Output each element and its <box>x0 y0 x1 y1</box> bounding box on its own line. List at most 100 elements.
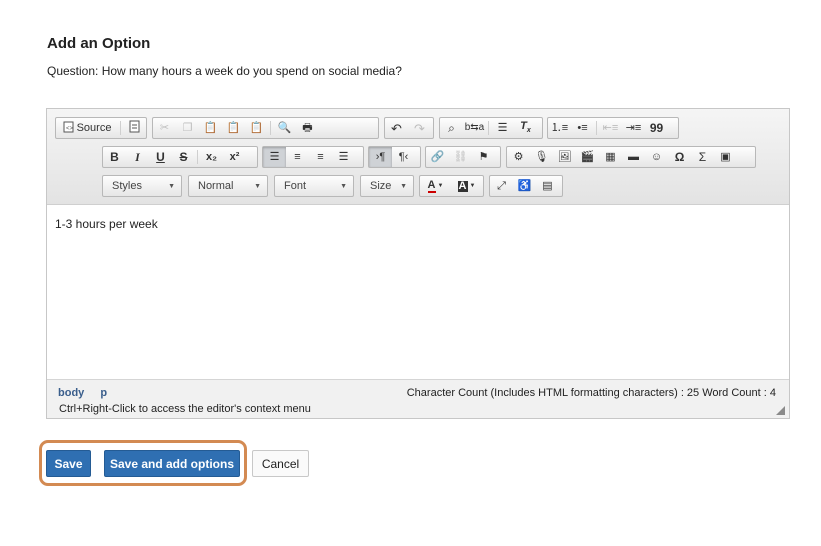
bold-icon: B <box>110 150 119 164</box>
toolbar-group-bidi: ›¶ ¶‹ <box>368 146 421 168</box>
numbered-list-button[interactable]: ⒈≡ <box>548 118 571 138</box>
printer-icon: 🖶 <box>302 121 313 134</box>
toolbar-group-links: 🔗 ⛓ ⚑ <box>425 146 501 168</box>
preview-button[interactable]: 🔍 <box>273 118 296 138</box>
find-button[interactable]: ⌕ <box>440 118 463 138</box>
accessibility-button[interactable]: ♿ <box>513 176 536 196</box>
accessibility-icon: ♿ <box>517 179 532 192</box>
strike-button[interactable]: S <box>172 147 195 167</box>
gear-icon: ⚙ <box>513 150 524 163</box>
horizontal-rule-button[interactable]: ▬ <box>622 147 645 167</box>
format-label: Normal <box>198 180 234 192</box>
element-path: body p <box>58 387 120 399</box>
smiley-button[interactable]: ☺ <box>645 147 668 167</box>
styles-label: Styles <box>112 180 142 192</box>
italic-button[interactable]: I <box>126 147 149 167</box>
source-label: Source <box>76 122 112 134</box>
paste-text-button[interactable]: 📋 <box>222 118 245 138</box>
align-right-icon: ≡ <box>317 150 324 163</box>
path-p[interactable]: p <box>100 387 107 399</box>
font-dropdown[interactable]: Font ▼ <box>274 175 354 197</box>
paste-word-button[interactable]: 📋 <box>245 118 268 138</box>
image-button[interactable]: 🖼 <box>553 147 576 167</box>
copy-icon: ❐ <box>182 121 193 134</box>
superscript-button[interactable]: x² <box>223 147 246 167</box>
chevron-down-icon: ▼ <box>168 182 175 190</box>
replace-button[interactable]: b⇆a <box>463 118 486 138</box>
iframe-button[interactable]: ▣ <box>714 147 737 167</box>
toolbar-group-document: <> Source <box>55 117 147 139</box>
text-rtl-icon: ¶‹ <box>398 150 409 163</box>
ltr-button[interactable]: ›¶ <box>369 147 392 167</box>
paste-button[interactable]: 📋 <box>199 118 222 138</box>
source-button[interactable]: <> Source <box>56 118 118 138</box>
outdent-button[interactable]: ⇤≡ <box>599 118 622 138</box>
select-all-button[interactable]: ☰ <box>491 118 514 138</box>
format-dropdown[interactable]: Normal ▼ <box>188 175 268 197</box>
editor-content[interactable]: 1-3 hours per week <box>47 205 789 381</box>
remove-format-icon: Tx <box>520 120 531 135</box>
align-justify-button[interactable]: ☰ <box>332 147 355 167</box>
redo-button[interactable]: ↷ <box>408 118 431 138</box>
toolbar-group-history: ↶ ↷ <box>384 117 434 139</box>
bg-color-button[interactable]: A ▼ <box>451 176 482 196</box>
bold-button[interactable]: B <box>103 147 126 167</box>
bulleted-list-button[interactable]: •≡ <box>571 118 594 138</box>
unlink-icon: ⛓ <box>453 150 468 163</box>
page-title: Add an Option <box>47 35 151 52</box>
underline-button[interactable]: U <box>149 147 172 167</box>
indent-icon: ⇥≡ <box>625 121 642 134</box>
spellcheck-button[interactable]: ▤ <box>536 176 559 196</box>
print-button[interactable]: 🖶 <box>296 118 319 138</box>
toolbar-group-basicstyles: B I U S x₂ x² <box>102 146 258 168</box>
rtl-button[interactable]: ¶‹ <box>392 147 415 167</box>
copy-button[interactable]: ❐ <box>176 118 199 138</box>
superscript-icon: x² <box>229 151 240 163</box>
anchor-button[interactable]: ⚑ <box>472 147 495 167</box>
align-center-button[interactable]: ≡ <box>286 147 309 167</box>
path-body[interactable]: body <box>58 387 84 399</box>
styles-dropdown[interactable]: Styles ▼ <box>102 175 182 197</box>
smiley-icon: ☺ <box>650 150 663 163</box>
toolbar-group-insert: ⚙ 🎙 🖼 🎬 ▦ ▬ ☺ Ω Σ ▣ <box>506 146 756 168</box>
text-color-button[interactable]: A ▼ <box>420 176 451 196</box>
maximize-button[interactable]: ⤢ <box>490 176 513 196</box>
question-text: Question: How many hours a week do you s… <box>47 64 402 78</box>
cancel-button[interactable]: Cancel <box>252 450 309 477</box>
toolbar-group-colors: A ▼ A ▼ <box>419 175 484 197</box>
size-dropdown[interactable]: Size ▼ <box>360 175 414 197</box>
toolbar-group-align: ☰ ≡ ≡ ☰ <box>262 146 364 168</box>
unlink-button[interactable]: ⛓ <box>449 147 472 167</box>
special-char-button[interactable]: Ω <box>668 147 691 167</box>
math-button[interactable]: Σ <box>691 147 714 167</box>
audio-button[interactable]: 🎙 <box>530 147 553 167</box>
chevron-down-icon: ▼ <box>254 182 261 190</box>
blockquote-button[interactable]: 99 <box>645 118 668 138</box>
document-icon <box>129 120 140 136</box>
save-button[interactable]: Save <box>46 450 91 477</box>
cut-button[interactable]: ✂ <box>153 118 176 138</box>
templates-button[interactable] <box>123 118 146 138</box>
settings-button[interactable]: ⚙ <box>507 147 530 167</box>
search-icon: ⌕ <box>448 121 455 135</box>
undo-button[interactable]: ↶ <box>385 118 408 138</box>
resize-handle-icon[interactable] <box>776 406 785 415</box>
media-button[interactable]: 🎬 <box>576 147 599 167</box>
link-button[interactable]: 🔗 <box>426 147 449 167</box>
clipboard-icon: 📋 <box>203 121 218 134</box>
chevron-down-icon: ▼ <box>469 183 476 189</box>
toolbar-group-clipboard: ✂ ❐ 📋 📋 📋 🔍 🖶 <box>152 117 379 139</box>
save-and-add-options-button[interactable]: Save and add options <box>104 450 240 477</box>
quote-icon: 99 <box>649 121 664 135</box>
subscript-button[interactable]: x₂ <box>200 147 223 167</box>
table-button[interactable]: ▦ <box>599 147 622 167</box>
word-count: Character Count (Includes HTML formattin… <box>406 387 776 399</box>
strike-icon: S <box>179 150 188 164</box>
indent-button[interactable]: ⇥≡ <box>622 118 645 138</box>
align-right-button[interactable]: ≡ <box>309 147 332 167</box>
spellcheck-icon: ▤ <box>542 179 553 192</box>
align-left-button[interactable]: ☰ <box>263 147 286 167</box>
replace-icon: b⇆a <box>464 122 485 133</box>
remove-format-button[interactable]: Tx <box>514 118 537 138</box>
text-color-icon: A <box>427 178 436 193</box>
